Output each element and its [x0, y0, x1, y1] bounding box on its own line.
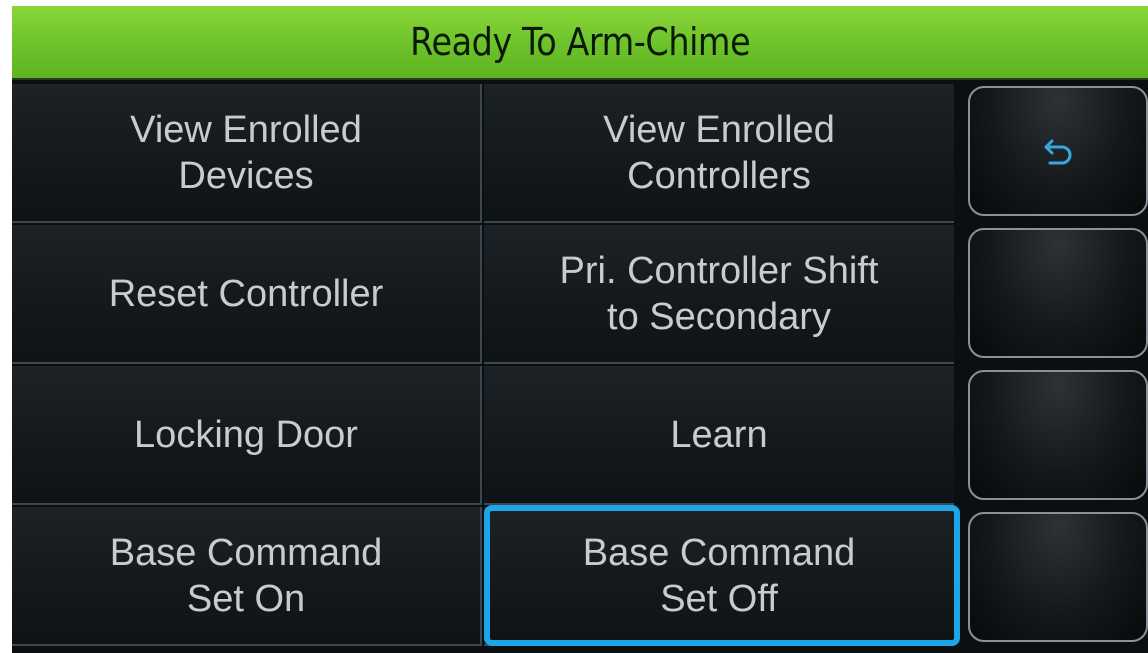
status-title: Ready To Arm-Chime: [409, 20, 751, 64]
menu-grid: View Enrolled Devices View Enrolled Cont…: [12, 84, 960, 653]
learn-button[interactable]: Learn: [484, 366, 954, 505]
base-command-set-on-button[interactable]: Base Command Set On: [12, 507, 482, 646]
back-button[interactable]: [968, 86, 1148, 216]
locking-door-button[interactable]: Locking Door: [12, 366, 482, 505]
menu-item-label: Locking Door: [134, 413, 358, 456]
menu-item-label: View Enrolled Controllers: [603, 108, 835, 197]
side-button-3[interactable]: [968, 370, 1148, 500]
reset-controller-button[interactable]: Reset Controller: [12, 225, 482, 364]
menu-item-label: Reset Controller: [108, 272, 384, 315]
menu-item-label: Pri. Controller Shift to Secondary: [559, 249, 879, 338]
touchscreen: Ready To Arm-Chime View Enrolled Devices…: [12, 6, 1148, 653]
menu-item-label: Base Command Set On: [109, 531, 383, 620]
status-bar: Ready To Arm-Chime: [12, 6, 1148, 80]
view-enrolled-devices-button[interactable]: View Enrolled Devices: [12, 84, 482, 223]
menu-item-label: Base Command Set Off: [582, 531, 856, 620]
side-button-column: [968, 82, 1148, 653]
view-enrolled-controllers-button[interactable]: View Enrolled Controllers: [484, 84, 954, 223]
back-arrow-icon: [1038, 131, 1078, 171]
menu-item-label: View Enrolled Devices: [130, 108, 362, 197]
side-button-2[interactable]: [968, 228, 1148, 358]
base-command-set-off-button[interactable]: Base Command Set Off: [484, 507, 954, 646]
side-button-4[interactable]: [968, 512, 1148, 642]
menu-item-label: Learn: [670, 413, 768, 456]
controller-shift-button[interactable]: Pri. Controller Shift to Secondary: [484, 225, 954, 364]
